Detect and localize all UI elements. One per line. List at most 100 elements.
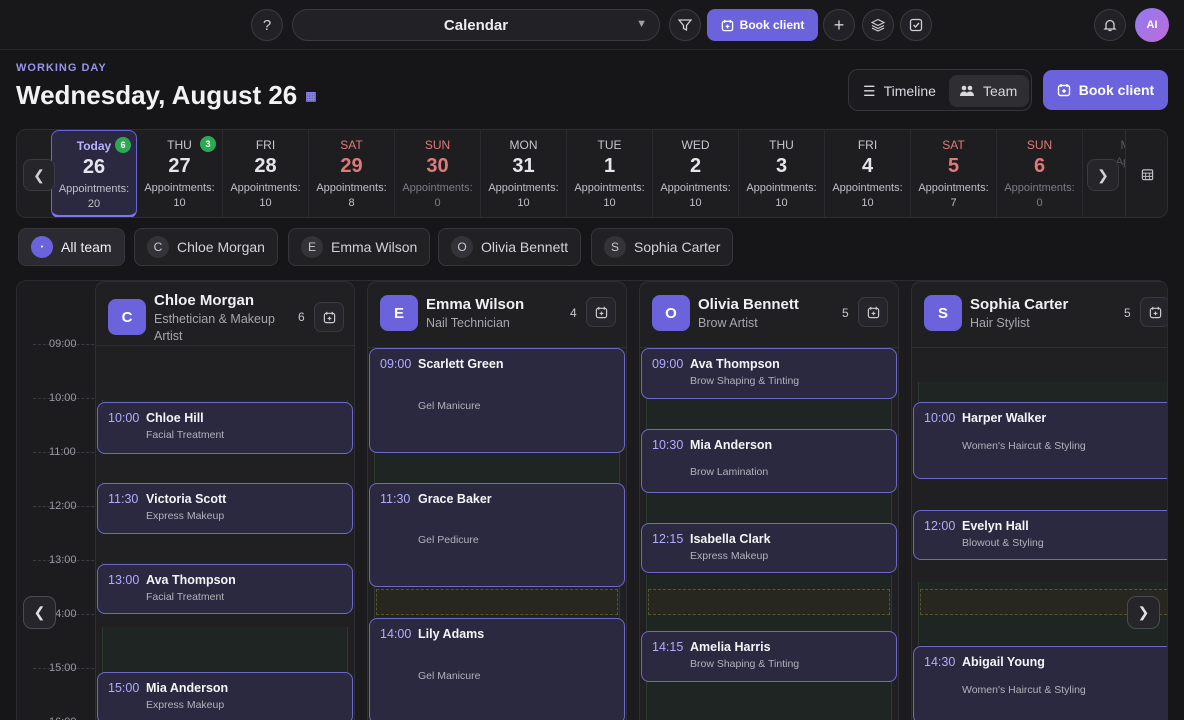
hour-label: 10:00 [49, 392, 77, 404]
book-client-label: Book client [1078, 82, 1155, 98]
filter-icon [678, 19, 692, 32]
appointment-count: 4 [570, 306, 577, 320]
appointment-client: Evelyn Hall [962, 519, 1029, 533]
book-client-top-button[interactable]: Book client [707, 9, 818, 41]
help-button[interactable]: ? [251, 9, 283, 41]
calendar-plus-icon [1057, 84, 1070, 97]
appointments-count: 20 [87, 198, 101, 210]
filter-button[interactable] [669, 9, 701, 41]
appointment-card[interactable]: 10:00 Harper Walker Women's Haircut & Styl… [913, 402, 1167, 479]
appointments-label: Appointments: [58, 183, 130, 195]
add-appointment-button[interactable] [314, 302, 344, 332]
date-day[interactable]: THU 27 Appointments: 10 3 [137, 130, 223, 217]
appointment-client: Harper Walker [962, 411, 1047, 425]
appointment-time: 13:00 [108, 573, 140, 587]
appointment-card[interactable]: 11:30 Grace Baker Gel Pedicure [369, 483, 625, 587]
appointment-card[interactable]: 09:00 Ava Thompson Brow Shaping & Tinting [641, 348, 897, 399]
date-day-number: 6 [1033, 155, 1046, 177]
calendar-plus-icon [721, 19, 733, 31]
chevron-right-icon: ❯ [1097, 166, 1109, 183]
date-day[interactable]: SUN 30 Appointments: 0 [395, 130, 481, 217]
top-bar: ? Calendar ▼ Book client + AI [0, 0, 1184, 50]
view-select[interactable]: Calendar ▼ [292, 9, 660, 41]
staff-name: Emma Wilson [426, 296, 525, 313]
appointment-card[interactable]: 12:00 Evelyn Hall Blowout & Styling [913, 510, 1167, 560]
date-day[interactable]: WED 2 Appointments: 10 [653, 130, 739, 217]
appointments-count: 10 [517, 197, 530, 209]
working-day-label: WORKING DAY [16, 62, 107, 74]
appointment-card[interactable]: 14:15 Amelia Harris Brow Shaping & Tinting [641, 631, 897, 682]
appointment-service: Express Makeup [146, 699, 225, 711]
calendar-icon[interactable]: ▦ [305, 89, 316, 103]
hour-label: 12:00 [49, 500, 77, 512]
appointment-card[interactable]: 09:00 Scarlett Green Gel Manicure [369, 348, 625, 453]
staff-header: O Olivia Bennett Brow Artist 5 [640, 282, 898, 348]
appointment-card[interactable]: 13:00 Ava Thompson Facial Treatment [97, 564, 353, 614]
add-appointment-button[interactable] [1140, 297, 1167, 327]
team-filter-chip[interactable]: O Olivia Bennett [438, 228, 582, 266]
appointments-count: 0 [434, 197, 441, 209]
date-next-button[interactable]: ❯ [1087, 159, 1119, 191]
appointment-card[interactable]: 14:00 Lily Adams Gel Manicure [369, 618, 625, 720]
date-day[interactable]: MON 31 Appointments: 10 [481, 130, 567, 217]
appointment-time: 09:00 [380, 357, 412, 371]
schedule-next-button[interactable]: ❯ [1127, 596, 1160, 629]
date-prev-button[interactable]: ❮ [23, 159, 55, 191]
date-day[interactable]: FRI 4 Appointments: 10 [825, 130, 911, 217]
team-filter-chip[interactable]: C Chloe Morgan [134, 228, 278, 266]
date-day[interactable]: THU 3 Appointments: 10 [739, 130, 825, 217]
staff-header: E Emma Wilson Nail Technician 4 [368, 282, 626, 348]
add-button[interactable]: + [823, 9, 855, 41]
date-day[interactable]: FRI 28 Appointments: 10 [223, 130, 309, 217]
date-day-weekday: WED [681, 138, 710, 152]
team-filter-chip[interactable]: E Emma Wilson [288, 228, 431, 266]
appointment-card[interactable]: 14:30 Abigail Young Women's Haircut & Styl… [913, 646, 1167, 720]
appointment-service: Express Makeup [690, 550, 769, 562]
team-filter-chip[interactable]: S Sophia Carter [591, 228, 734, 266]
appointment-service: Gel Manicure [418, 670, 481, 682]
appointment-service: Facial Treatment [146, 429, 225, 441]
appointments-label: Appointments: [746, 182, 817, 194]
appointment-service: Gel Manicure [418, 400, 481, 412]
open-calendar-button[interactable] [1125, 130, 1167, 217]
date-day[interactable]: SUN 6 Appointments: 0 [997, 130, 1083, 217]
add-appointment-button[interactable] [586, 297, 616, 327]
date-day-appointments: Appointments: 10 [223, 181, 308, 211]
member-initial: S [604, 236, 626, 258]
date-day-number: 27 [168, 155, 191, 177]
team-filter-label: Olivia Bennett [481, 239, 569, 255]
appointments-label: Appointments: [402, 182, 473, 194]
appointment-time: 09:00 [652, 357, 684, 371]
appointments-label: Appointments: [918, 182, 989, 194]
appointments-count: 10 [603, 197, 616, 209]
layers-button[interactable] [862, 9, 894, 41]
timeline-view-button[interactable]: ☰ Timeline [853, 75, 947, 107]
appointment-card[interactable]: 15:00 Mia Anderson Express Makeup [97, 672, 353, 720]
calendar-grid-icon [1141, 168, 1154, 180]
user-avatar[interactable]: AI [1135, 8, 1169, 42]
team-filter-chip[interactable]: • All team [18, 228, 125, 266]
add-appointment-button[interactable] [858, 297, 888, 327]
date-day[interactable]: TUE 1 Appointments: 10 [567, 130, 653, 217]
appointment-card[interactable]: 10:30 Mia Anderson Brow Lamination [641, 429, 897, 493]
date-day[interactable]: SAT 5 Appointments: 7 [911, 130, 997, 217]
appointment-card[interactable]: 10:00 Chloe Hill Facial Treatment [97, 402, 353, 454]
team-view-button[interactable]: Team [949, 75, 1029, 107]
notifications-button[interactable] [1094, 9, 1126, 41]
staff-role: Brow Artist [698, 316, 758, 330]
view-toggle: ☰ Timeline Team [848, 69, 1032, 111]
appointment-card[interactable]: 11:30 Victoria Scott Express Makeup [97, 483, 353, 534]
date-day-number: 4 [861, 155, 874, 177]
pending-badge: 3 [200, 136, 216, 152]
schedule-prev-button[interactable]: ❮ [23, 596, 56, 629]
book-client-button[interactable]: Book client [1043, 70, 1168, 110]
appointment-time: 14:30 [924, 655, 956, 669]
staff-role: Hair Stylist [970, 316, 1030, 330]
appointment-count: 6 [298, 310, 305, 324]
appointments-label: Appointments: [832, 182, 903, 194]
tasks-button[interactable] [900, 9, 932, 41]
appointments-label: Appointments: [488, 182, 559, 194]
date-day[interactable]: SAT 29 Appointments: 8 [309, 130, 395, 217]
date-day[interactable]: Today 26 Appointments: 20 6 [51, 130, 137, 217]
appointment-card[interactable]: 12:15 Isabella Clark Express Makeup [641, 523, 897, 573]
